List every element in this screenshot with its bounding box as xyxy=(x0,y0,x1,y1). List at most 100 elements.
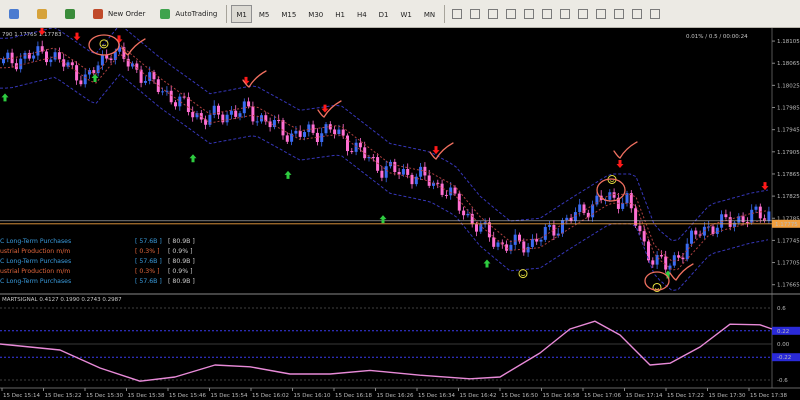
grid-icon[interactable] xyxy=(560,8,571,19)
crosshair-icon[interactable] xyxy=(470,8,481,19)
news-event-actual: [ 0.3% ] xyxy=(135,268,159,275)
candle-body xyxy=(2,58,5,64)
timeframe-mn-button[interactable]: MN xyxy=(419,5,440,23)
smiley-mouth xyxy=(520,274,526,277)
middle-band-lower xyxy=(0,53,769,271)
candle-body xyxy=(767,211,771,221)
time-axis-label: 15 Dec 16:42 xyxy=(460,393,497,399)
time-axis-label: 15 Dec 15:38 xyxy=(128,393,165,399)
timeframe-d1-button[interactable]: D1 xyxy=(374,5,394,23)
new-chart-button[interactable] xyxy=(1,5,27,23)
candle-body xyxy=(229,110,233,115)
candle-body xyxy=(513,234,517,245)
candle-body xyxy=(307,124,311,133)
navigator-button[interactable] xyxy=(57,5,83,23)
candle-body xyxy=(49,59,53,63)
new-order-icon xyxy=(93,8,103,19)
indicators-icon[interactable] xyxy=(614,8,625,19)
candle-body xyxy=(225,114,229,123)
timeframe-h4-button[interactable]: H4 xyxy=(352,5,372,23)
current-price-label: 1.17775 xyxy=(775,222,798,228)
candle-body xyxy=(384,166,388,178)
candle-body xyxy=(539,239,543,242)
news-event-previous: [ 0.9% ] xyxy=(168,268,192,275)
candle-body xyxy=(505,244,509,251)
arrow-tool-icon[interactable] xyxy=(506,8,517,19)
candle-body xyxy=(100,54,104,66)
timeframe-h1-button[interactable]: H1 xyxy=(330,5,350,23)
templates-icon[interactable] xyxy=(650,8,661,19)
autotrading-button[interactable]: AutoTrading xyxy=(152,5,222,23)
toolbar-separator xyxy=(226,4,228,23)
candle-body xyxy=(354,142,358,152)
zoom-out-icon[interactable] xyxy=(542,8,553,19)
profiles-button[interactable] xyxy=(29,5,55,23)
candle-body xyxy=(161,91,165,93)
timeframe-m30-button[interactable]: M30 xyxy=(303,5,328,23)
spread-status: 0.01% / 0.5 / 00:00:24 xyxy=(686,34,748,40)
candle-body xyxy=(169,90,173,103)
candle-body xyxy=(281,120,285,136)
candle-body xyxy=(70,62,74,66)
candle-body xyxy=(191,112,195,118)
candle-body xyxy=(135,63,139,70)
timeframe-m5-button[interactable]: M5 xyxy=(254,5,275,23)
sell-arrow-icon xyxy=(73,32,81,41)
candle-body xyxy=(548,225,552,227)
candle-body xyxy=(530,238,534,247)
candle-body xyxy=(659,255,663,257)
news-event-previous: [ 80.9B ] xyxy=(168,238,195,245)
line-tool-icon[interactable] xyxy=(452,8,463,19)
candle-body xyxy=(333,129,337,135)
candle-body xyxy=(45,51,48,63)
autoscroll-icon[interactable] xyxy=(578,8,589,19)
price-axis-label: 1.17985 xyxy=(777,106,800,112)
chart-area[interactable]: 1.18105 1.18065 1.18025 1.17985 1.17945 1.179… xyxy=(0,28,800,400)
news-event-previous: [ 80.9B ] xyxy=(168,258,195,265)
candle-body xyxy=(358,142,362,148)
price-axis-label: 1.17665 xyxy=(777,283,800,289)
candle-body xyxy=(578,204,582,213)
text-tool-icon[interactable] xyxy=(488,8,499,19)
price-axis-label: 1.17825 xyxy=(777,194,800,200)
price-axis-label: 1.18025 xyxy=(777,83,800,89)
price-axis-label: 1.17865 xyxy=(777,172,800,178)
new-chart-icon xyxy=(9,8,19,19)
oscillator-line xyxy=(0,320,773,382)
candle-body xyxy=(681,257,685,260)
candle-body xyxy=(457,193,461,211)
candle-body xyxy=(182,96,186,98)
annotation-checkmark xyxy=(121,38,146,56)
candle-body xyxy=(612,192,616,198)
candle-body xyxy=(741,216,745,223)
chart-shift-icon[interactable] xyxy=(596,8,607,19)
candle-body xyxy=(277,120,281,122)
candle-body xyxy=(496,242,500,247)
candle-body xyxy=(449,187,453,196)
candle-body xyxy=(453,187,457,194)
sell-arrow-icon xyxy=(761,182,769,191)
candle-body xyxy=(401,168,405,175)
candle-body xyxy=(444,194,448,196)
time-axis-label: 15 Dec 16:58 xyxy=(543,393,580,399)
candle-body xyxy=(57,52,61,60)
zoom-in-icon[interactable] xyxy=(524,8,535,19)
candle-body xyxy=(298,130,302,137)
candle-body xyxy=(367,157,371,159)
news-event-previous: [ 80.9B ] xyxy=(168,278,195,285)
candle-body xyxy=(410,174,414,185)
buy-arrow-icon xyxy=(284,170,292,179)
candle-body xyxy=(690,230,693,244)
candle-body xyxy=(148,72,152,81)
candle-body xyxy=(419,166,423,177)
periods-icon[interactable] xyxy=(632,8,643,19)
candle-body xyxy=(346,135,349,152)
candle-body xyxy=(350,151,354,153)
timeframe-m1-button[interactable]: M1 xyxy=(231,4,252,23)
new-order-button[interactable]: New Order xyxy=(85,5,150,23)
candle-body xyxy=(320,133,324,142)
time-axis-label: 15 Dec 17:22 xyxy=(667,393,704,399)
candle-body xyxy=(36,46,40,56)
timeframe-w1-button[interactable]: W1 xyxy=(396,5,417,23)
timeframe-m15-button[interactable]: M15 xyxy=(276,5,301,23)
